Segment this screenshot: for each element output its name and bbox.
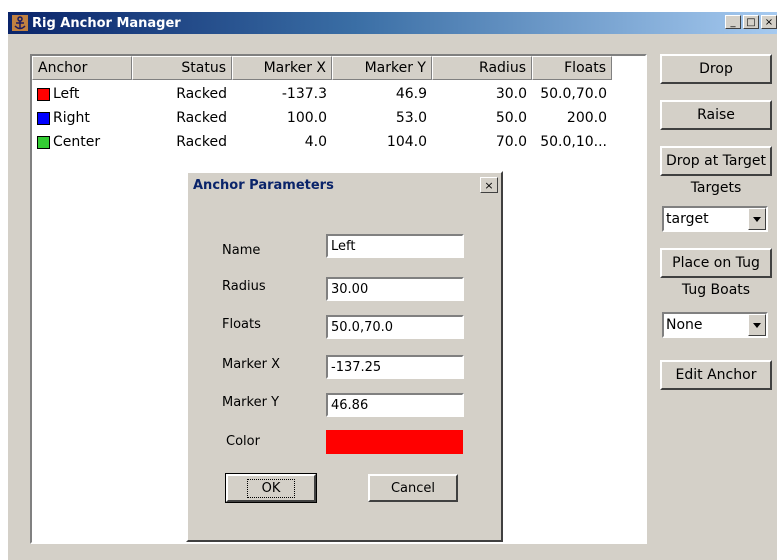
targets-dropdown[interactable]: target [662,206,768,232]
ok-button-label: OK [246,478,296,498]
color-swatch [37,111,50,125]
color-picker-swatch[interactable] [326,430,463,454]
radius-cell: 30.0 [495,86,527,102]
marker-x-label: Marker X [222,357,280,372]
drop-button[interactable]: Drop [660,54,772,84]
column-header-anchor[interactable]: Anchor [32,56,132,80]
anchor-name: Left [53,86,80,102]
column-header-status[interactable]: Status [132,56,232,80]
edit-anchor-button[interactable]: Edit Anchor [660,360,772,390]
dialog-title-bar[interactable]: Anchor Parameters × [189,174,500,196]
color-swatch [37,87,50,101]
floats-cell: 50.0,10... [540,134,607,150]
marker-x-cell: 4.0 [304,134,327,150]
cancel-button[interactable]: Cancel [368,474,458,502]
floats-field[interactable] [326,315,464,339]
title-bar[interactable]: Rig Anchor Manager _ □ × [8,12,777,34]
dialog-title: Anchor Parameters [193,177,334,193]
dialog-close-button[interactable]: × [480,177,498,193]
targets-label: Targets [690,180,742,196]
floats-label: Floats [222,317,261,332]
anchor-parameters-dialog: Anchor Parameters × Name Radius Floats M… [186,171,503,542]
color-swatch [37,135,50,149]
table-row[interactable]: Right Racked 100.0 53.0 50.0 200.0 [32,106,612,130]
marker-y-label: Marker Y [222,395,280,410]
place-on-tug-button[interactable]: Place on Tug [660,248,772,278]
floats-cell: 50.0,70.0 [540,86,607,102]
anchor-name: Center [53,134,101,150]
anchor-name: Right [53,110,90,126]
table-row[interactable]: Left Racked -137.3 46.9 30.0 50.0,70.0 [32,82,612,106]
raise-button[interactable]: Raise [660,100,772,130]
table-row[interactable]: Center Racked 4.0 104.0 70.0 50.0,10... [32,130,612,154]
maximize-button[interactable]: □ [743,15,759,29]
radius-field[interactable] [326,277,464,301]
marker-y-cell: 46.9 [395,86,427,102]
name-label: Name [222,243,261,258]
status-cell: Racked [176,86,227,102]
tug-boats-label: Tug Boats [681,282,751,298]
radius-cell: 50.0 [495,110,527,126]
tug-boats-selected-value: None [666,317,703,333]
marker-y-cell: 53.0 [395,110,427,126]
column-header-floats[interactable]: Floats [532,56,612,80]
marker-y-field[interactable] [326,393,464,417]
minimize-button[interactable]: _ [725,15,741,29]
marker-x-field[interactable] [326,355,464,379]
window-title: Rig Anchor Manager [32,15,181,31]
marker-x-cell: -137.3 [281,86,327,102]
anchor-icon [12,15,28,31]
chevron-down-icon[interactable] [748,208,766,230]
name-field[interactable] [326,234,464,258]
status-cell: Racked [176,134,227,150]
radius-label: Radius [222,279,266,294]
marker-x-cell: 100.0 [286,110,327,126]
main-window: Rig Anchor Manager _ □ × Anchor Status M… [8,12,777,560]
tug-boats-dropdown[interactable]: None [662,312,768,338]
status-cell: Racked [176,110,227,126]
table-header: Anchor Status Marker X Marker Y Radius F… [32,56,612,80]
close-button[interactable]: × [761,15,777,29]
drop-at-target-button[interactable]: Drop at Target [660,146,772,176]
ok-button[interactable]: OK [225,473,317,503]
floats-cell: 200.0 [566,110,607,126]
targets-selected-value: target [666,211,709,227]
chevron-down-icon[interactable] [748,314,766,336]
radius-cell: 70.0 [495,134,527,150]
column-header-marker-x[interactable]: Marker X [232,56,332,80]
column-header-radius[interactable]: Radius [432,56,532,80]
column-header-marker-y[interactable]: Marker Y [332,56,432,80]
color-label: Color [226,434,260,449]
marker-y-cell: 104.0 [386,134,427,150]
